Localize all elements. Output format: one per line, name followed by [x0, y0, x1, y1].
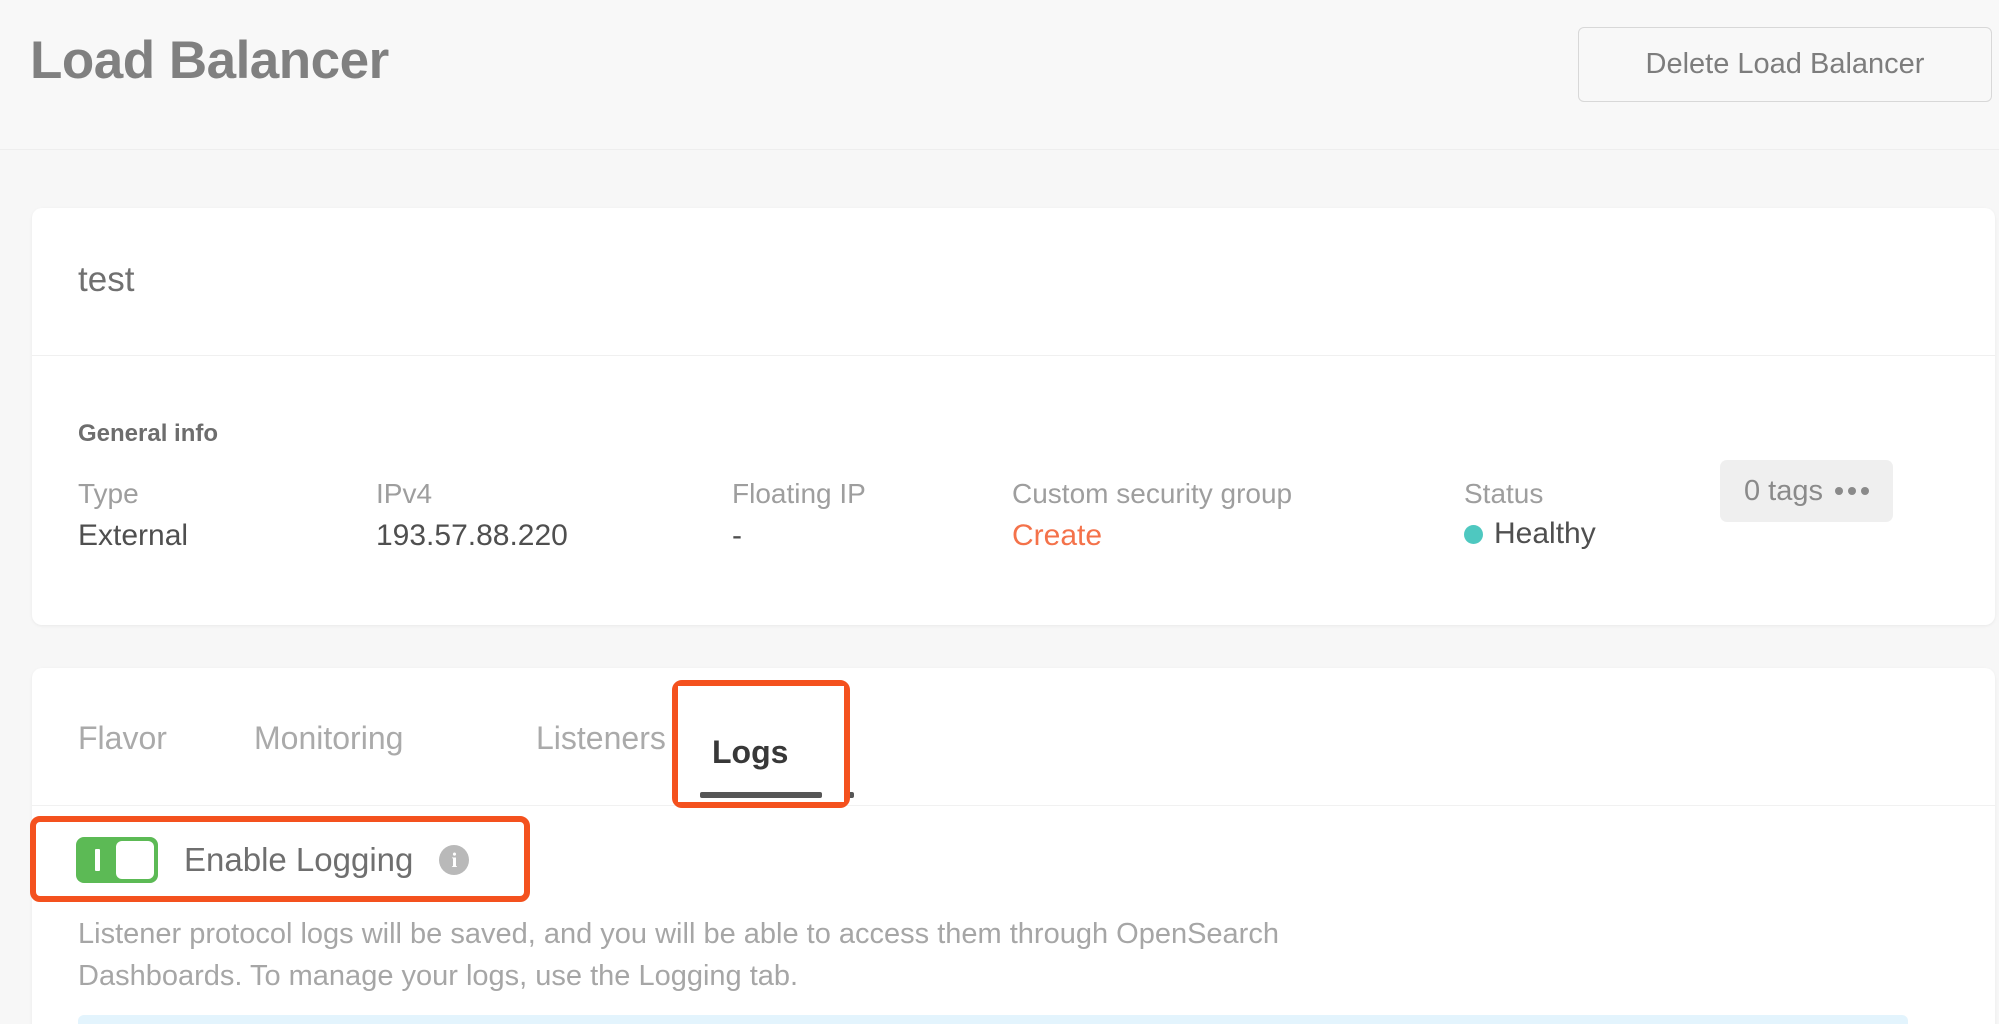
active-tab-underline-overlay — [700, 792, 822, 798]
tab-monitoring[interactable]: Monitoring — [254, 720, 403, 757]
card-name-row: test — [32, 208, 1995, 356]
general-info-grid: Type External IPv4 193.57.88.220 Floatin… — [32, 476, 1995, 576]
info-value: 193.57.88.220 — [376, 519, 568, 552]
delete-load-balancer-button[interactable]: Delete Load Balancer — [1578, 27, 1992, 102]
info-key: Custom security group — [1012, 478, 1293, 509]
info-key: Floating IP — [732, 478, 866, 509]
enable-logging-row-overlay: Enable Logging i — [76, 837, 470, 883]
info-field-ipv4: IPv4 193.57.88.220 — [376, 476, 568, 555]
info-banner — [78, 1015, 1908, 1024]
info-icon-overlay[interactable]: i — [439, 845, 470, 875]
tab-flavor[interactable]: Flavor — [78, 720, 167, 757]
load-balancer-name: test — [78, 260, 135, 299]
tags-count-label: 0 tags — [1744, 474, 1823, 507]
info-value: External — [78, 519, 189, 552]
enable-logging-label-overlay: Enable Logging — [184, 841, 414, 878]
toggle-knob — [116, 841, 154, 879]
status-dot-icon — [1464, 524, 1483, 544]
status-badge: Healthy — [1464, 517, 1596, 551]
page-title: Load Balancer — [30, 31, 389, 90]
info-field-status: Status Healthy — [1464, 476, 1596, 551]
load-balancer-info-card: test General info Type External IPv4 193… — [32, 208, 1995, 625]
info-field-floating-ip: Floating IP - — [732, 476, 866, 555]
info-key: Status — [1464, 478, 1544, 509]
create-security-group-link[interactable]: Create — [1012, 517, 1292, 555]
ellipsis-icon — [1835, 487, 1869, 495]
enable-logging-toggle-overlay[interactable] — [76, 837, 158, 883]
tab-listeners[interactable]: Listeners — [536, 720, 666, 757]
page-header: Load Balancer Delete Load Balancer — [0, 0, 1999, 150]
general-info-label: General info — [78, 420, 219, 447]
info-key: IPv4 — [376, 478, 433, 509]
info-key: Type — [78, 478, 139, 509]
status-text: Healthy — [1494, 517, 1596, 550]
tab-bar: Flavor Monitoring Listeners Logs — [32, 668, 1995, 806]
info-field-type: Type External — [78, 476, 188, 555]
info-field-custom-security-group: Custom security group Create — [1012, 476, 1292, 555]
toggle-on-mark-icon — [95, 849, 100, 871]
tags-badge[interactable]: 0 tags — [1720, 460, 1893, 522]
tab-logs-overlay[interactable]: Logs — [712, 734, 788, 771]
info-value: - — [732, 519, 742, 552]
enable-logging-description: Listener protocol logs will be saved, an… — [78, 918, 1279, 992]
